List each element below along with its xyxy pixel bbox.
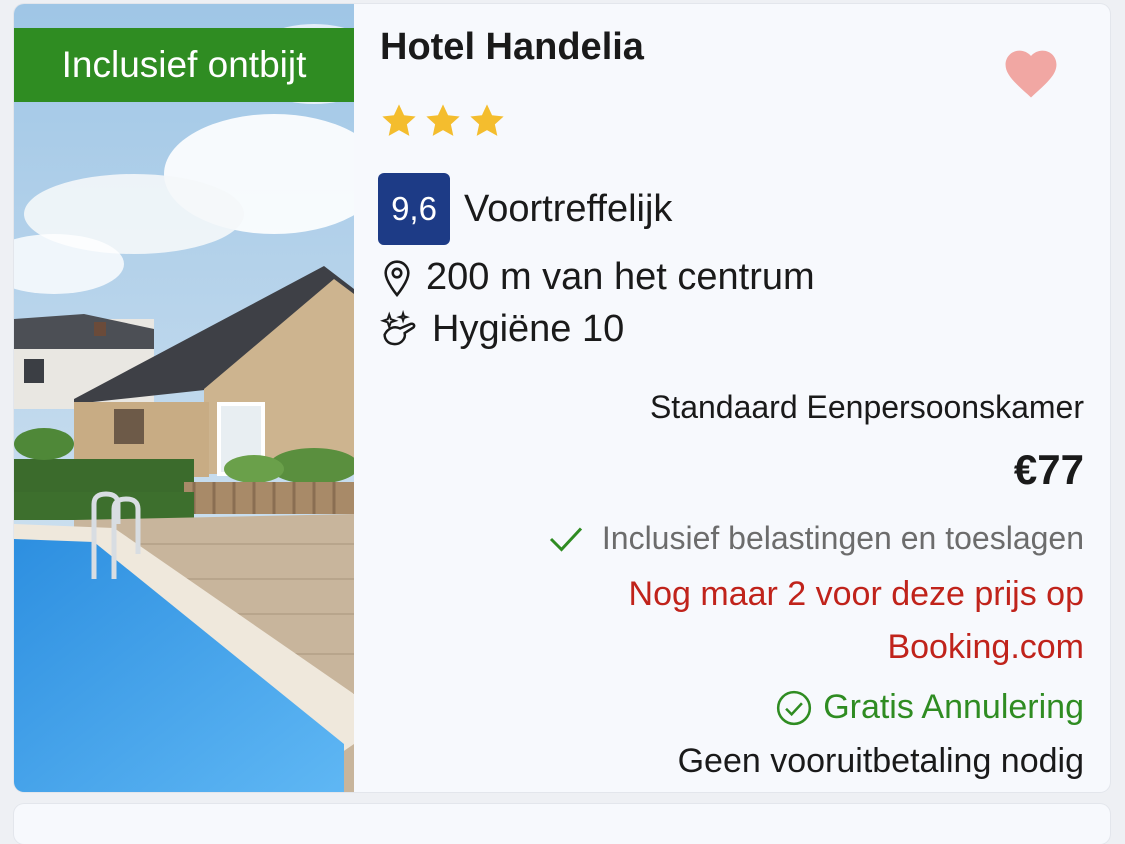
- distance-row: 200 m van het centrum: [380, 256, 815, 299]
- hygiene-sparkle-icon: [380, 309, 416, 345]
- checkmark-icon: [549, 526, 582, 552]
- free-cancellation-text: Gratis Annulering: [823, 688, 1084, 726]
- room-type: Standaard Eenpersoonskamer: [649, 389, 1084, 425]
- tax-note-text: Inclusief belastingen en toeslagen: [601, 520, 1084, 556]
- review-score-label: Voortreffelijk: [464, 188, 673, 230]
- review-score-badge: 9,6: [378, 173, 450, 245]
- map-pin-icon: [384, 260, 410, 297]
- heart-icon[interactable]: [1000, 44, 1062, 100]
- price: €77: [1013, 446, 1084, 493]
- tax-note: Inclusief belastingen en toeslagen: [548, 520, 1084, 557]
- hotel-photo[interactable]: Inclusief ontbijt: [14, 4, 354, 792]
- breakfast-included-badge: Inclusief ontbijt: [14, 28, 354, 102]
- star-icon: [470, 104, 504, 136]
- no-prepayment: Geen vooruitbetaling nodig: [677, 742, 1084, 780]
- star-rating: [378, 100, 508, 142]
- hygiene-text: Hygiëne 10: [432, 308, 625, 350]
- free-cancellation: Gratis Annulering: [775, 688, 1084, 727]
- hotel-name[interactable]: Hotel Handelia: [380, 26, 644, 69]
- check-circle-icon: [777, 690, 812, 725]
- star-icon: [426, 104, 460, 136]
- hotel-card[interactable]: Inclusief ontbijt Hotel Handelia 9,6 Voo…: [14, 4, 1110, 792]
- star-icon: [382, 104, 416, 136]
- next-hotel-card[interactable]: [14, 804, 1110, 844]
- distance-text: 200 m van het centrum: [426, 256, 815, 298]
- scarcity-message-line1: Nog maar 2 voor deze prijs op: [628, 575, 1084, 613]
- hygiene-row: Hygiëne 10: [380, 308, 624, 351]
- scarcity-message-line2: Booking.com: [887, 628, 1084, 666]
